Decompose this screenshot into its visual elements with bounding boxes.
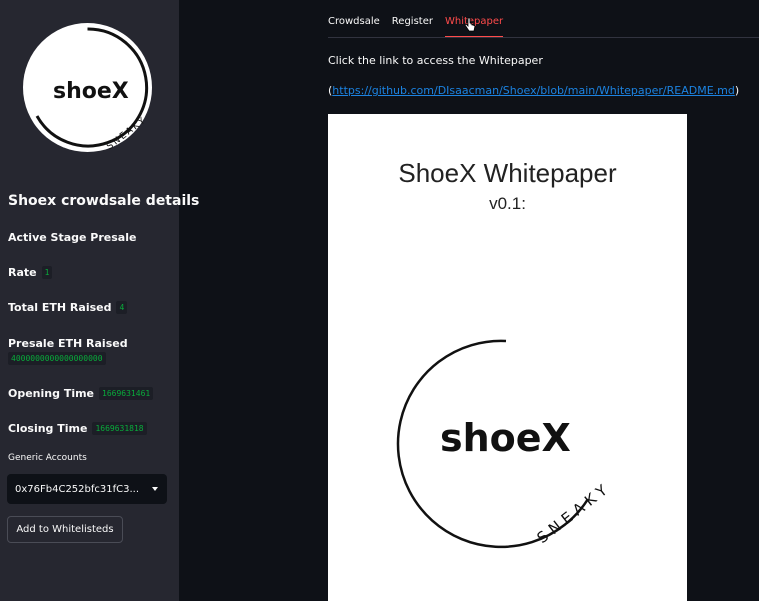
- opening-time-row: Opening Time 1669631461: [8, 387, 154, 400]
- closing-time-label: Closing Time: [8, 422, 88, 435]
- account-select-value: 0x76Fb4C252bfc31fC3...: [15, 483, 140, 495]
- rate-row: Rate 1: [8, 266, 53, 279]
- tab-divider: [328, 37, 759, 38]
- presale-eth-label: Presale ETH Raised: [8, 337, 128, 350]
- tab-bar: Crowdsale Register Whitepaper: [328, 12, 515, 38]
- total-eth-value: 4: [116, 301, 128, 314]
- doc-version: v0.1:: [489, 194, 526, 213]
- rate-value: 1: [41, 266, 53, 279]
- active-stage-text: Active Stage Presale: [8, 231, 137, 244]
- whitepaper-preview: ShoeX Whitepaper v0.1: shoeX SNEAKY: [328, 114, 687, 601]
- add-to-whitelist-button[interactable]: Add to Whitelisteds: [7, 516, 123, 543]
- opening-time-value: 1669631461: [99, 387, 154, 400]
- rate-label: Rate: [8, 266, 37, 279]
- total-eth-label: Total ETH Raised: [8, 301, 112, 314]
- doc-logo-tagline: SNEAKY: [533, 478, 614, 547]
- whitepaper-link[interactable]: https://github.com/DIsaacman/Shoex/blob/…: [332, 84, 735, 97]
- opening-time-label: Opening Time: [8, 387, 95, 400]
- whitepaper-link-line: (https://github.com/DIsaacman/Shoex/blob…: [328, 84, 740, 97]
- doc-title: ShoeX Whitepaper: [398, 158, 617, 188]
- logo-brand: shoeX: [53, 79, 129, 104]
- doc-logo-brand: shoeX: [440, 416, 571, 460]
- sidebar: shoeX SNEAKY Shoex crowdsale details Act…: [0, 0, 199, 601]
- logo-tagline: SNEAKY: [105, 115, 148, 152]
- hand-pointer-icon: [464, 17, 476, 32]
- closing-time-value: 1669631818: [92, 422, 147, 435]
- tab-crowdsale[interactable]: Crowdsale: [328, 12, 380, 38]
- sidebar-title: Shoex crowdsale details: [8, 193, 200, 209]
- whitepaper-intro: Click the link to access the Whitepaper: [328, 54, 543, 67]
- shoex-logo: shoeX SNEAKY: [23, 23, 152, 152]
- generic-accounts-label: Generic Accounts: [8, 453, 87, 463]
- tab-register[interactable]: Register: [392, 12, 433, 38]
- presale-eth-row: Presale ETH Raised 4000000000000000000: [8, 337, 128, 365]
- account-select[interactable]: 0x76Fb4C252bfc31fC3...: [7, 474, 167, 504]
- shoex-logo: shoeX SNEAKY: [396, 339, 615, 549]
- total-eth-row: Total ETH Raised 4: [8, 301, 128, 314]
- chevron-down-icon: [152, 487, 158, 491]
- presale-eth-value: 4000000000000000000: [8, 352, 106, 365]
- closing-time-row: Closing Time 1669631818: [8, 422, 147, 435]
